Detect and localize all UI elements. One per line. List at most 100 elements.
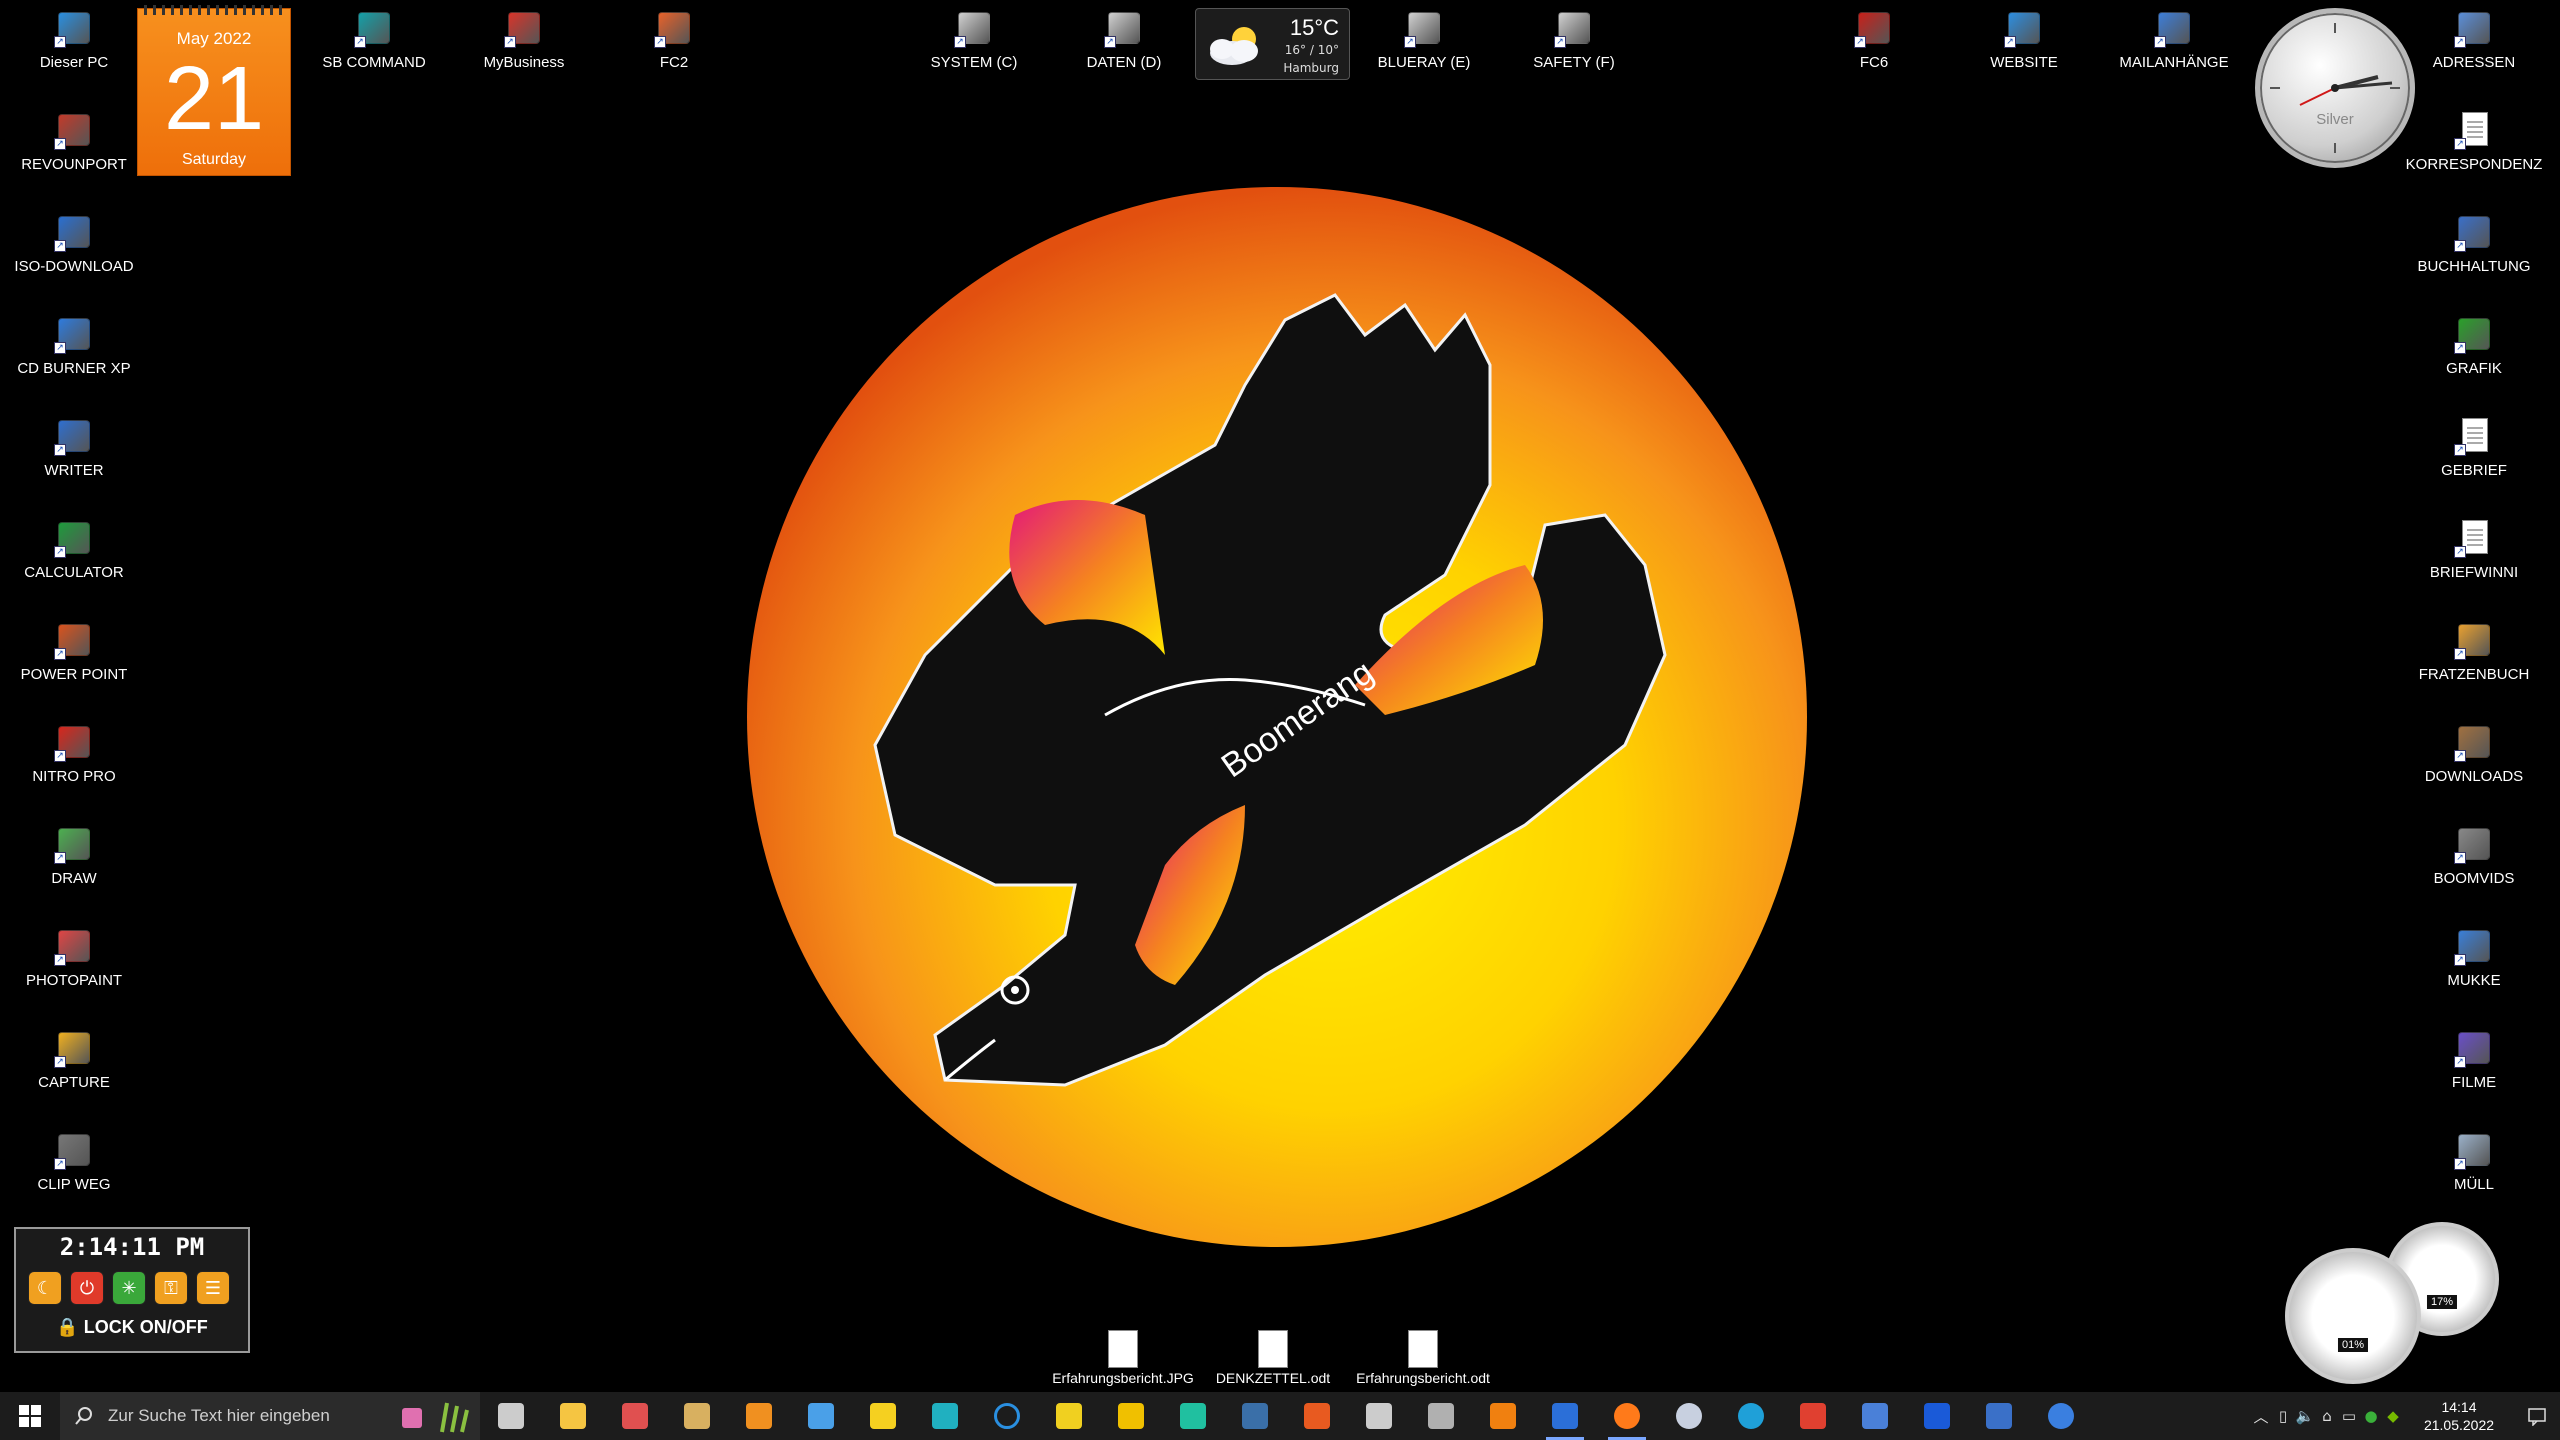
desktop-icon-fratzenbuch[interactable]: ↗ FRATZENBUCH — [2404, 616, 2544, 704]
taskbar-app-9[interactable] — [1038, 1392, 1100, 1440]
weather-widget[interactable]: 15°C 16° / 10° Hamburg — [1195, 8, 1350, 80]
desktop-icon-blueray-e-[interactable]: ↗ BLUERAY (E) — [1354, 4, 1494, 92]
desktop-file-1[interactable]: DENKZETTEL.odt — [1198, 1330, 1348, 1390]
desktop-icon-label: BLUERAY (E) — [1377, 54, 1471, 71]
taskbar-app-1[interactable] — [542, 1392, 604, 1440]
standby-button[interactable]: ☾ — [28, 1271, 62, 1305]
desktop-icon-mybusiness[interactable]: ↗ MyBusiness — [454, 4, 594, 92]
desktop-icon-nitro-pro[interactable]: ↗ NITRO PRO — [4, 718, 144, 806]
desktop-icon-fc6[interactable]: ↗ FC6 — [1804, 4, 1944, 92]
desktop-icon-writer[interactable]: ↗ WRITER — [4, 412, 144, 500]
taskbar-app-14[interactable] — [1348, 1392, 1410, 1440]
desktop-icon-briefwinni[interactable]: ↗ BRIEFWINNI — [2404, 514, 2544, 602]
taskbar-app-19[interactable] — [1658, 1392, 1720, 1440]
notification-button[interactable] — [2514, 1392, 2560, 1440]
desktop-file-0[interactable]: Erfahrungsbericht.JPG — [1048, 1330, 1198, 1390]
analog-clock-widget[interactable]: Silver — [2255, 8, 2415, 168]
taskbar-app-20[interactable] — [1720, 1392, 1782, 1440]
desktop-icon-mailanhänge[interactable]: ↗ MAILANHÄNGE — [2104, 4, 2244, 92]
desktop-icon-adressen[interactable]: ↗ ADRESSEN — [2404, 4, 2544, 92]
desktop-file-2[interactable]: Erfahrungsbericht.odt — [1348, 1330, 1498, 1390]
contacts-icon: ↗ — [2454, 8, 2494, 48]
lock-toggle[interactable]: 🔒 LOCK ON/OFF — [16, 1317, 248, 1338]
taskbar-app-16[interactable] — [1472, 1392, 1534, 1440]
taskbar: Zur Suche Text hier eingeben ︿ ▯ 🔈 ⌂ ▭ ●… — [0, 1392, 2560, 1440]
shield-icon[interactable]: ● — [2360, 1392, 2382, 1440]
desktop-icon-clip-weg[interactable]: ↗ CLIP WEG — [4, 1126, 144, 1214]
desktop-icon-power-point[interactable]: ↗ POWER POINT — [4, 616, 144, 704]
desktop-icon-label: FC2 — [659, 54, 689, 71]
start-button[interactable] — [0, 1392, 60, 1440]
firewall-icon — [1800, 1403, 1826, 1429]
taskbar-app-17[interactable] — [1534, 1392, 1596, 1440]
volume-icon[interactable]: 🔈 — [2294, 1392, 2316, 1440]
desktop-icon-system-c-[interactable]: ↗ SYSTEM (C) — [904, 4, 1044, 92]
desktop-icon-korrespondenz[interactable]: ↗ KORRESPONDENZ — [2404, 106, 2544, 194]
taskbar-app-6[interactable] — [852, 1392, 914, 1440]
taskbar-clock[interactable]: 14:14 21.05.2022 — [2404, 1398, 2514, 1434]
calendar-widget[interactable]: May 2022 21 Saturday — [137, 5, 291, 176]
desktop-icon-daten-d-[interactable]: ↗ DATEN (D) — [1054, 4, 1194, 92]
desktop-icon-label: CAPTURE — [38, 1074, 110, 1091]
shutdown-button[interactable]: ⏻ — [70, 1271, 104, 1305]
taskbar-app-15[interactable] — [1410, 1392, 1472, 1440]
desktop-icon-dieser-pc[interactable]: ↗ Dieser PC — [4, 4, 144, 92]
chevron-up-icon[interactable]: ︿ — [2250, 1392, 2272, 1440]
desktop-icon-draw[interactable]: ↗ DRAW — [4, 820, 144, 908]
shortcut-arrow-icon: ↗ — [2454, 648, 2466, 660]
desktop-icon-mukke[interactable]: ↗ MUKKE — [2404, 922, 2544, 1010]
taskbar-app-25[interactable] — [2030, 1392, 2092, 1440]
nvidia-icon[interactable]: ◆ — [2382, 1392, 2404, 1440]
shortcut-arrow-icon: ↗ — [2454, 342, 2466, 354]
taskbar-app-2[interactable] — [604, 1392, 666, 1440]
taskbar-app-21[interactable] — [1782, 1392, 1844, 1440]
usb-icon[interactable]: ▯ — [2272, 1392, 2294, 1440]
notification-icon — [2528, 1408, 2546, 1426]
clock-brand: Silver — [2316, 111, 2354, 128]
taskbar-app-10[interactable] — [1100, 1392, 1162, 1440]
desktop-icon-sb-command[interactable]: ↗ SB COMMAND — [304, 4, 444, 92]
desktop-icon-iso-download[interactable]: ↗ ISO-DOWNLOAD — [4, 208, 144, 296]
taskbar-app-3[interactable] — [666, 1392, 728, 1440]
desktop-icon-capture[interactable]: ↗ CAPTURE — [4, 1024, 144, 1112]
taskbar-app-7[interactable] — [914, 1392, 976, 1440]
desktop-icon-revounport[interactable]: ↗ REVOUNPORT — [4, 106, 144, 194]
calendar-day: 21 — [163, 49, 265, 149]
desktop-icon-cd-burner-xp[interactable]: ↗ CD BURNER XP — [4, 310, 144, 398]
search-highlight-icon — [402, 1402, 469, 1433]
restart-button[interactable]: ✳ — [112, 1271, 146, 1305]
desktop-icon-gebrief[interactable]: ↗ GEBRIEF — [2404, 412, 2544, 500]
taskbar-app-4[interactable] — [728, 1392, 790, 1440]
taskbar-search[interactable]: Zur Suche Text hier eingeben — [60, 1392, 480, 1440]
key-button[interactable]: ⚿ — [154, 1271, 188, 1305]
taskbar-app-22[interactable] — [1844, 1392, 1906, 1440]
taskbar-app-11[interactable] — [1162, 1392, 1224, 1440]
taskbar-app-12[interactable] — [1224, 1392, 1286, 1440]
desktop-icon-photopaint[interactable]: ↗ PHOTOPAINT — [4, 922, 144, 1010]
taskbar-app-8[interactable] — [976, 1392, 1038, 1440]
cpu-gauge-left[interactable]: 01% — [2285, 1248, 2421, 1384]
desktop-icon-fc2[interactable]: ↗ FC2 — [604, 4, 744, 92]
taskbar-app-23[interactable] — [1906, 1392, 1968, 1440]
desktop-icon-grafik[interactable]: ↗ GRAFIK — [2404, 310, 2544, 398]
download-folder-icon: ↗ — [2454, 722, 2494, 762]
desktop-icon-filme[interactable]: ↗ FILME — [2404, 1024, 2544, 1112]
shortcut-arrow-icon: ↗ — [2454, 852, 2466, 864]
desktop-icon-label: DRAW — [51, 870, 97, 887]
desktop-icon-calculator[interactable]: ↗ CALCULATOR — [4, 514, 144, 602]
display-icon[interactable]: ▭ — [2338, 1392, 2360, 1440]
desktop-icon-boomvids[interactable]: ↗ BOOMVIDS — [2404, 820, 2544, 908]
desktop-icon-müll[interactable]: ↗ MÜLL — [2404, 1126, 2544, 1214]
desktop-icon-safety-f-[interactable]: ↗ SAFETY (F) — [1504, 4, 1644, 92]
taskbar-app-13[interactable] — [1286, 1392, 1348, 1440]
desktop-icon-website[interactable]: ↗ WEBSITE — [1954, 4, 2094, 92]
menu-button[interactable]: ☰ — [196, 1271, 230, 1305]
network-icon[interactable]: ⌂ — [2316, 1392, 2338, 1440]
desktop-icon-buchhaltung[interactable]: ↗ BUCHHALTUNG — [2404, 208, 2544, 296]
desktop-icon-downloads[interactable]: ↗ DOWNLOADS — [2404, 718, 2544, 806]
taskbar-app-5[interactable] — [790, 1392, 852, 1440]
taskbar-app-24[interactable] — [1968, 1392, 2030, 1440]
taskbar-app-18[interactable] — [1596, 1392, 1658, 1440]
location-icon — [1304, 1403, 1330, 1429]
taskbar-app-0[interactable] — [480, 1392, 542, 1440]
